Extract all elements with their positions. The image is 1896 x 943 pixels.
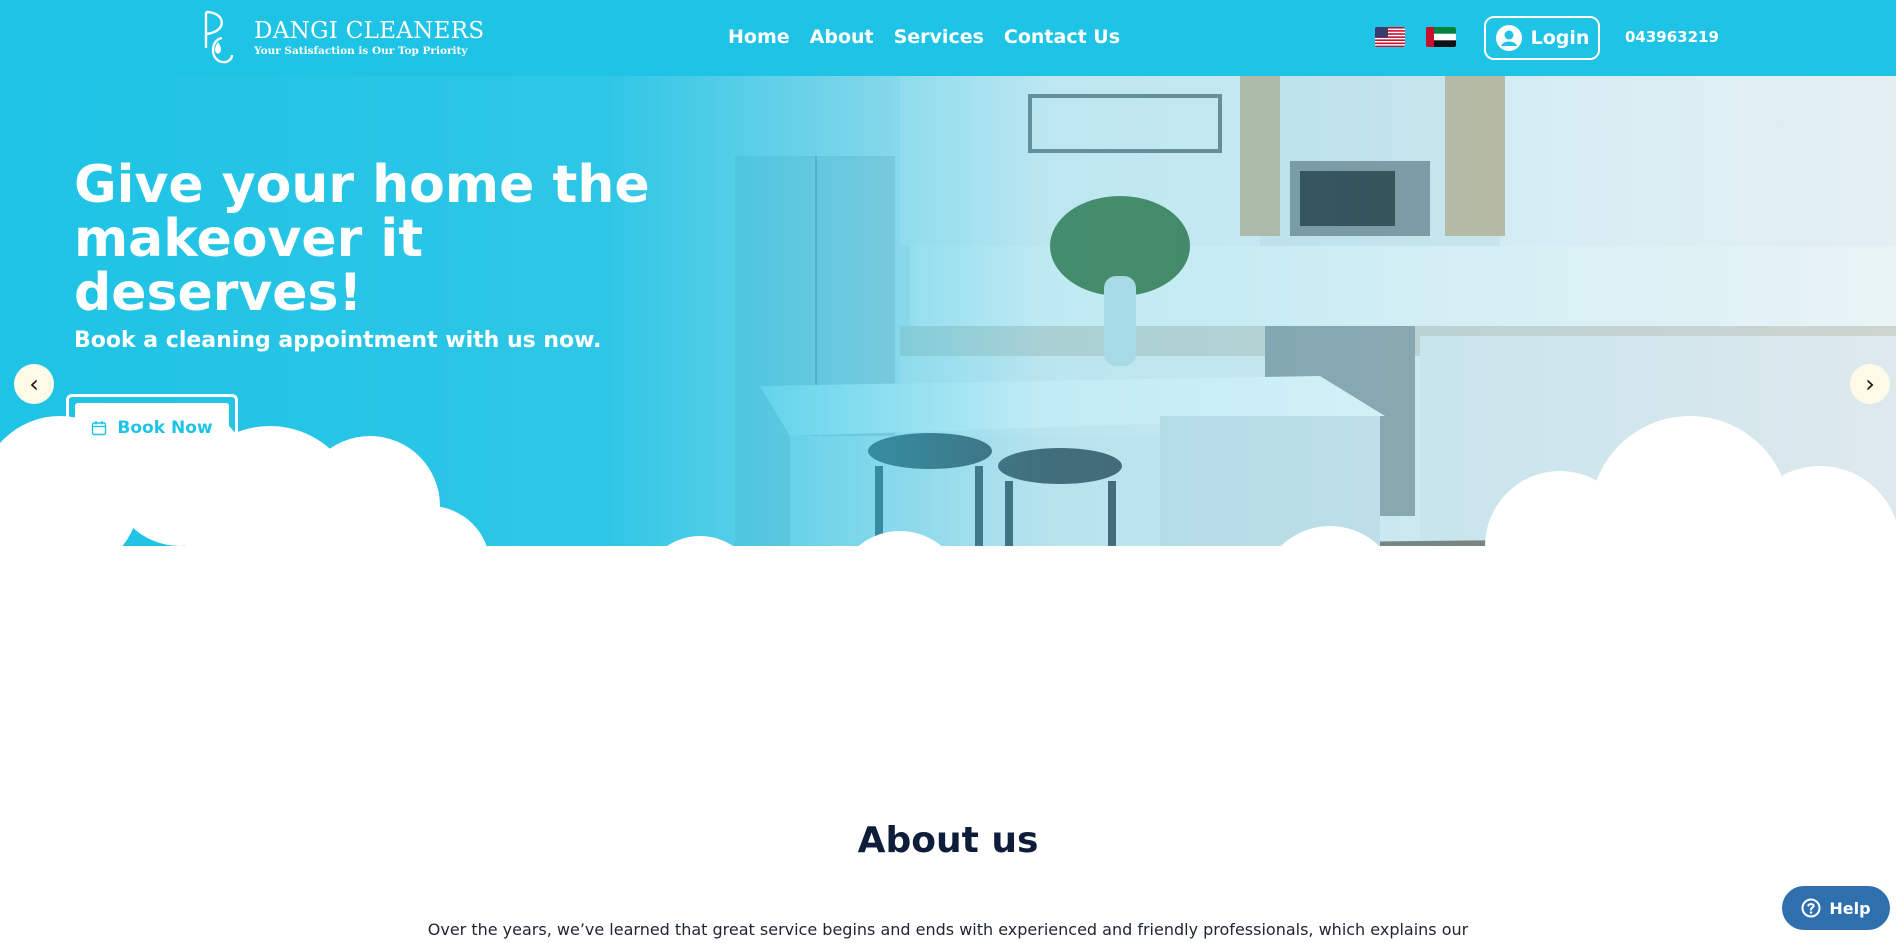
hero-slider: Give your home the makeover it deserves!… [0,76,1896,716]
about-text: Over the years, we’ve learned that great… [427,920,1469,939]
question-icon [1801,898,1821,918]
book-now-button[interactable]: Book Now [75,403,229,453]
login-button[interactable]: Login [1484,16,1600,60]
user-icon [1495,25,1522,51]
slider-prev-button[interactable]: ‹ [14,364,54,404]
nav-services[interactable]: Services [894,26,984,48]
site-header: DANGI CLEANERS Your Satisfaction is Our … [0,0,1896,76]
brand-tagline: Your Satisfaction is Our Top Priority [254,45,468,57]
chevron-left-icon: ‹ [29,370,39,398]
book-now-frame: Book Now [66,394,238,462]
brand-text: DANGI CLEANERS Your Satisfaction is Our … [254,18,484,58]
uae-flag-icon[interactable] [1426,27,1456,47]
us-flag-icon[interactable] [1375,27,1405,47]
nav-about[interactable]: About [810,26,874,48]
hero-subtitle: Book a cleaning appointment with us now. [74,328,602,353]
brand-name: DANGI CLEANERS [254,18,485,44]
slider-next-button[interactable]: › [1850,364,1890,404]
nav-home[interactable]: Home [728,26,790,48]
calendar-icon [92,421,107,436]
book-now-label: Book Now [117,418,213,438]
help-button[interactable]: Help [1782,886,1890,930]
hero-title: Give your home the makeover it deserves! [74,155,650,323]
help-label: Help [1829,898,1871,918]
logo-mark-icon [204,10,234,64]
brand-logo[interactable]: DANGI CLEANERS Your Satisfaction is Our … [196,8,484,68]
nav-contact-us[interactable]: Contact Us [1004,26,1120,48]
main-nav: Home About Services Contact Us [728,26,1120,48]
phone-number[interactable]: 043963219 [1625,28,1719,46]
about-title: About us [857,820,1039,861]
login-label: Login [1530,27,1590,49]
chevron-right-icon: › [1865,370,1875,398]
